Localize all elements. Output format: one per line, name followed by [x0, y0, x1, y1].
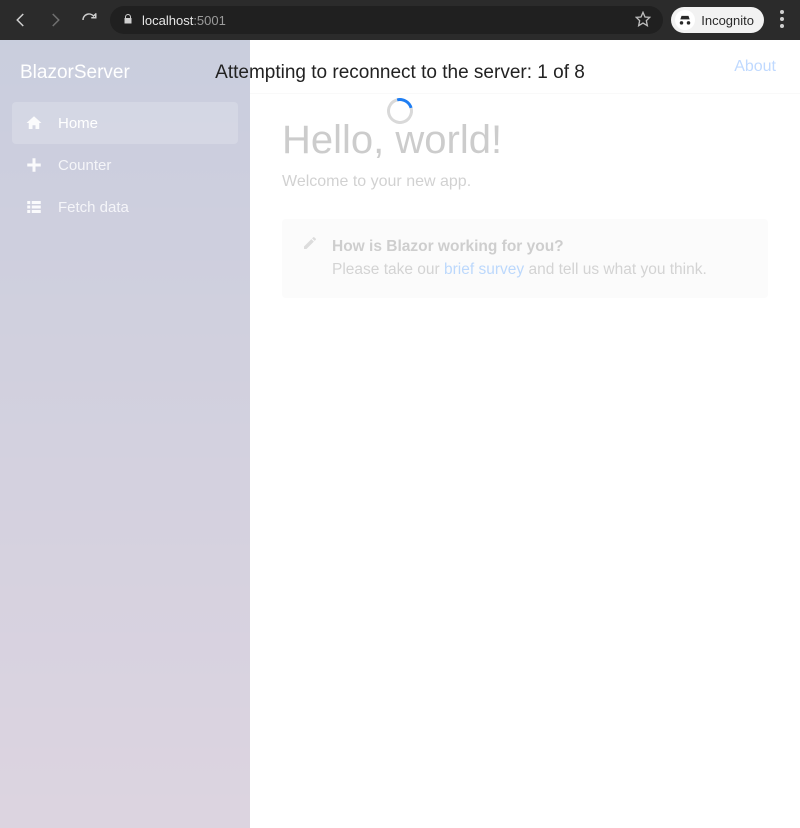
page-subtitle: Welcome to your new app.	[282, 173, 768, 191]
back-button[interactable]	[8, 7, 34, 33]
nav-list: Home Counter Fetch data	[0, 102, 250, 228]
lock-icon	[122, 13, 134, 28]
nav-item-counter[interactable]: Counter	[12, 144, 238, 186]
content: Hello, world! Welcome to your new app. H…	[250, 94, 800, 322]
nav-item-label: Fetch data	[58, 199, 129, 216]
survey-suffix: and tell us what you think.	[524, 261, 707, 278]
incognito-label: Incognito	[701, 13, 754, 28]
about-link[interactable]: About	[734, 58, 776, 76]
browser-menu-button[interactable]	[772, 10, 792, 31]
app-brand[interactable]: BlazorServer	[0, 48, 250, 102]
incognito-icon	[675, 10, 695, 30]
page-title: Hello, world!	[282, 118, 768, 163]
forward-button[interactable]	[42, 7, 68, 33]
pencil-icon	[302, 235, 318, 282]
url-port: :5001	[193, 13, 226, 28]
address-bar[interactable]: localhost:5001	[110, 6, 663, 34]
url-host: localhost	[142, 13, 193, 28]
survey-strong: How is Blazor working for you?	[332, 238, 564, 255]
home-icon	[24, 114, 44, 132]
nav-item-fetch-data[interactable]: Fetch data	[12, 186, 238, 228]
url-text: localhost:5001	[142, 13, 226, 28]
top-bar: About	[250, 40, 800, 94]
main: About Hello, world! Welcome to your new …	[250, 40, 800, 828]
page: BlazorServer Home Counter Fetch data	[0, 40, 800, 828]
survey-alert: How is Blazor working for you? Please ta…	[282, 219, 768, 298]
star-icon[interactable]	[635, 11, 651, 30]
incognito-indicator: Incognito	[671, 7, 764, 33]
sidebar: BlazorServer Home Counter Fetch data	[0, 40, 250, 828]
survey-prefix: Please take our	[332, 261, 444, 278]
list-icon	[24, 198, 44, 216]
nav-item-label: Counter	[58, 157, 111, 174]
browser-chrome: localhost:5001 Incognito	[0, 0, 800, 40]
reload-button[interactable]	[76, 7, 102, 33]
plus-icon	[24, 156, 44, 174]
nav-item-home[interactable]: Home	[12, 102, 238, 144]
nav-item-label: Home	[58, 115, 98, 132]
survey-link[interactable]: brief survey	[444, 261, 524, 278]
